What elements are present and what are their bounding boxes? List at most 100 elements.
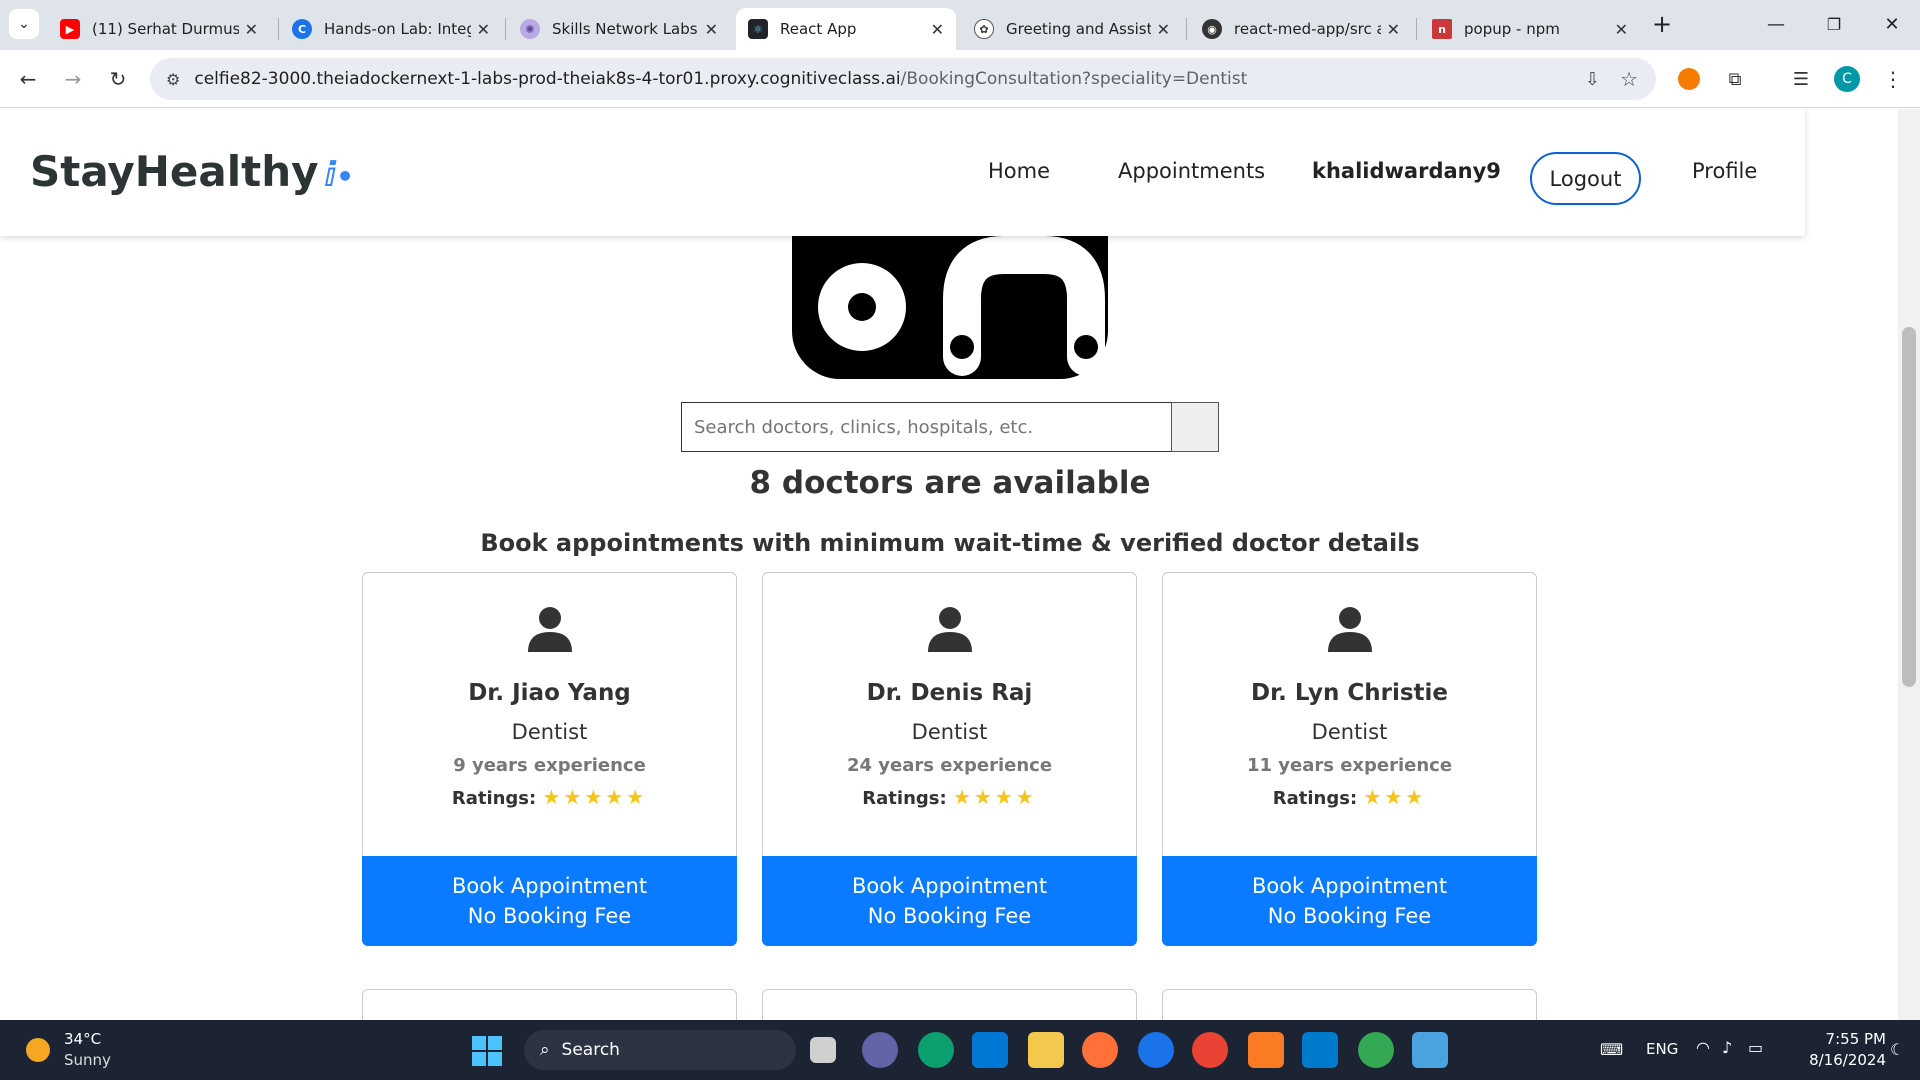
close-window-button[interactable]: ✕ [1864, 0, 1920, 48]
nav-appointments-link[interactable]: Appointments [1118, 159, 1265, 183]
clock-date[interactable]: 8/16/2024 [1796, 1051, 1886, 1069]
notification-bell-icon[interactable]: ☾ [1890, 1040, 1904, 1059]
install-app-icon[interactable]: ⇩ [1585, 69, 1600, 90]
doctor-ratings: Ratings: ★★★★★ [451, 785, 648, 809]
language-indicator[interactable]: ENG [1646, 1040, 1678, 1058]
clock-time[interactable]: 7:55 PM [1796, 1030, 1886, 1048]
search-submit-button[interactable] [1171, 402, 1219, 452]
browser-tab[interactable]: ✿ Greeting and Assista ✕ [962, 8, 1182, 50]
nav-profile-link[interactable]: Profile [1692, 159, 1757, 183]
vscode-icon[interactable] [1302, 1032, 1338, 1068]
doctor-card: Dr. Lyn Christie Dentist 11 years experi… [1162, 572, 1537, 946]
doctor-speciality: Dentist [1311, 720, 1388, 744]
browser-menu-icon[interactable]: ⋮ [1878, 64, 1908, 94]
scrollbar-thumb[interactable] [1902, 327, 1916, 687]
restore-button[interactable]: ❐ [1806, 0, 1862, 48]
site-info-icon[interactable]: ⚙ [166, 70, 180, 89]
browser-toolbar: ← → ↻ ⚙ celfie82-3000.theiadockernext-1-… [0, 50, 1920, 108]
close-tab-icon[interactable]: ✕ [1157, 20, 1170, 39]
close-tab-icon[interactable]: ✕ [705, 20, 718, 39]
mail-icon[interactable] [972, 1032, 1008, 1068]
extensions-puzzle-icon[interactable]: ⧉ [1720, 64, 1750, 94]
chrome-icon[interactable] [1192, 1032, 1228, 1068]
github-icon: ◉ [1202, 19, 1222, 39]
search-icon: ⌕ [540, 1040, 550, 1060]
booking-subheading: Book appointments with minimum wait-time… [480, 529, 1420, 557]
task-view-icon[interactable] [810, 1037, 836, 1063]
battery-icon[interactable]: ▭ [1748, 1038, 1763, 1057]
doctor-speciality: Dentist [511, 720, 588, 744]
edge-icon[interactable] [918, 1032, 954, 1068]
teams-icon[interactable] [862, 1032, 898, 1068]
extension-icon[interactable] [1678, 68, 1700, 90]
doctor-name: Dr. Lyn Christie [1250, 680, 1449, 706]
new-tab-button[interactable]: + [1636, 0, 1688, 48]
nav-username: khalidwardany9 [1312, 159, 1501, 183]
taskbar-search[interactable]: ⌕ Search [524, 1030, 796, 1070]
weather-temp[interactable]: 34°C [64, 1030, 101, 1048]
keyboard-icon[interactable]: ⌨ [1600, 1040, 1623, 1059]
close-tab-icon[interactable]: ✕ [245, 20, 258, 39]
app-store-icon[interactable] [1138, 1032, 1174, 1068]
doctor-search-input[interactable] [681, 402, 1171, 452]
file-explorer-icon[interactable] [1028, 1032, 1064, 1068]
doctors-count-heading: 8 doctors are available [749, 465, 1151, 501]
chrome-profile-icon[interactable] [1358, 1032, 1394, 1068]
react-icon: ⚛ [748, 19, 768, 39]
doctor-name: Dr. Denis Raj [866, 680, 1033, 706]
browser-tab-active[interactable]: ⚛ React App ✕ [736, 8, 956, 50]
address-bar[interactable]: ⚙ celfie82-3000.theiadockernext-1-labs-p… [150, 58, 1656, 100]
tab-separator [1186, 18, 1187, 40]
bookmark-star-icon[interactable]: ☆ [1620, 67, 1638, 91]
chevron-down-icon: ⌄ [9, 9, 39, 39]
media-control-icon[interactable]: ☰ [1786, 64, 1816, 94]
browser-tab[interactable]: ◉ react-med-app/src a ✕ [1190, 8, 1412, 50]
tab-separator [1416, 18, 1417, 40]
rating-stars-icon: ★★★★ [952, 785, 1037, 809]
close-tab-icon[interactable]: ✕ [477, 20, 490, 39]
reload-button[interactable]: ↻ [103, 64, 133, 94]
youtube-icon: ▶ [60, 19, 80, 39]
tab-search-button[interactable]: ⌄ [0, 0, 48, 48]
weather-desc[interactable]: Sunny [64, 1051, 111, 1069]
close-tab-icon[interactable]: ✕ [931, 20, 944, 39]
site-navbar: StayHealthy ⅈ• Home Appointments khalidwa… [0, 109, 1805, 236]
doctor-experience: 9 years experience [453, 755, 646, 776]
close-tab-icon[interactable]: ✕ [1615, 20, 1628, 39]
book-appointment-button[interactable]: Book Appointment No Booking Fee [1162, 856, 1537, 946]
browser-tab[interactable]: n popup - npm ✕ [1420, 8, 1640, 50]
book-appointment-button[interactable]: Book Appointment No Booking Fee [762, 856, 1137, 946]
forward-button[interactable]: → [58, 64, 88, 94]
health-person-icon: ⅈ [324, 155, 337, 195]
doctor-speciality: Dentist [911, 720, 988, 744]
npm-icon: n [1432, 19, 1452, 39]
wifi-icon[interactable]: ◠ [1696, 1038, 1710, 1057]
doctor-ratings: Ratings: ★★★ [1272, 785, 1427, 809]
close-tab-icon[interactable]: ✕ [1387, 20, 1400, 39]
browser-tab[interactable]: ✺ Skills Network Labs ✕ [508, 8, 730, 50]
windows-taskbar: 34°C Sunny ⌕ Search ⌨ ENG ◠ ♪ ▭ 7:55 PM 8… [0, 1020, 1920, 1080]
doctor-card [762, 989, 1137, 1020]
xampp-icon[interactable] [1248, 1032, 1284, 1068]
volume-icon[interactable]: ♪ [1722, 1038, 1732, 1057]
page-viewport: StayHealthy ⅈ• Home Appointments khalidwa… [0, 109, 1920, 1020]
rating-stars-icon: ★★★★★ [542, 785, 648, 809]
profile-avatar[interactable]: C [1834, 66, 1860, 92]
windows-start-icon[interactable] [472, 1036, 502, 1066]
back-button[interactable]: ← [13, 64, 43, 94]
browser-tab[interactable]: ▶ (11) Serhat Durmus - ✕ [48, 8, 270, 50]
firefox-icon[interactable] [1082, 1032, 1118, 1068]
site-logo[interactable]: StayHealthy ⅈ• [30, 147, 354, 196]
browser-tab[interactable]: C Hands-on Lab: Integr ✕ [280, 8, 502, 50]
doctor-ratings: Ratings: ★★★★ [862, 785, 1037, 809]
notepad-icon[interactable] [1412, 1032, 1448, 1068]
rating-stars-icon: ★★★ [1363, 785, 1427, 809]
page-scrollbar[interactable] [1898, 109, 1920, 1020]
nav-home-link[interactable]: Home [988, 159, 1050, 183]
skills-network-icon: ✺ [520, 19, 540, 39]
book-appointment-button[interactable]: Book Appointment No Booking Fee [362, 856, 737, 946]
openai-icon: ✿ [974, 19, 994, 39]
doctor-search-form [681, 402, 1219, 452]
logout-button[interactable]: Logout [1530, 152, 1641, 205]
minimize-button[interactable]: — [1748, 0, 1804, 48]
